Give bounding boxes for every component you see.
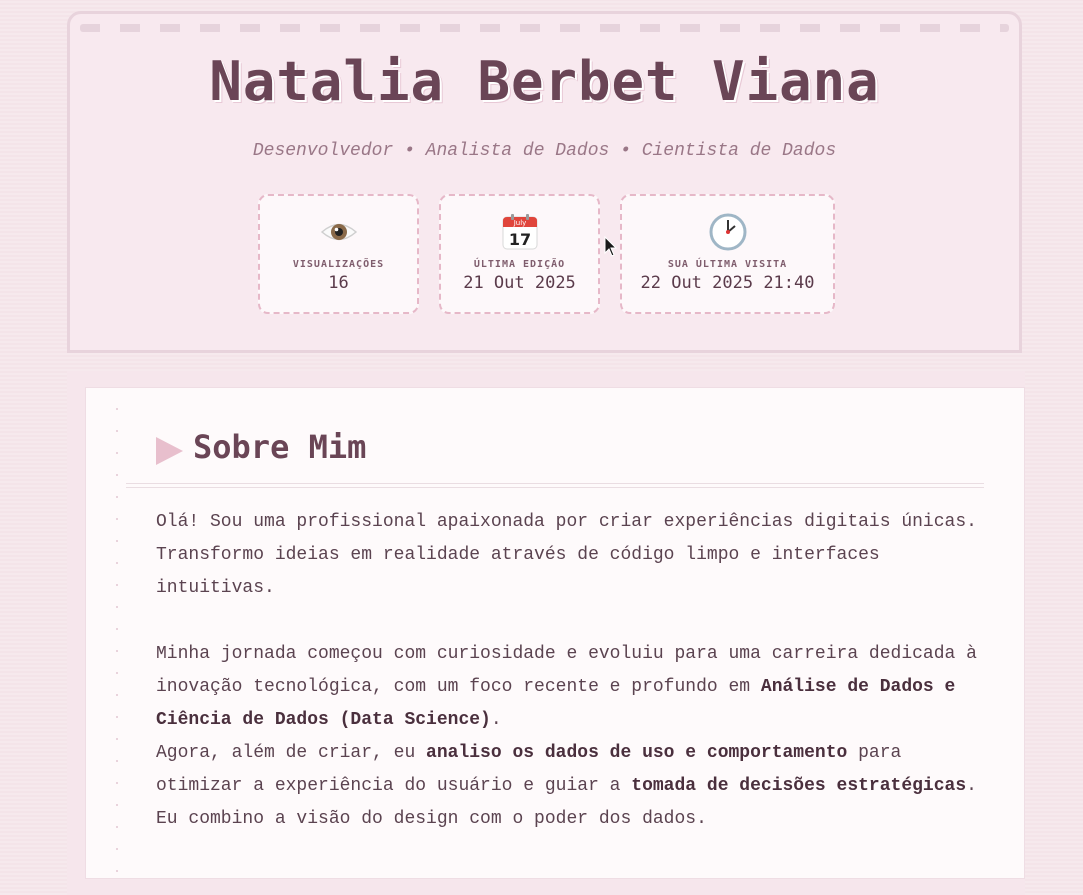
clock-icon — [622, 213, 833, 251]
margin-dots — [116, 408, 118, 878]
highlight-decisions: tomada de decisões estratégicas — [631, 776, 967, 796]
about-paragraph-3: Agora, além de criar, eu analiso os dado… — [156, 743, 977, 829]
stat-views: VISUALIZAÇÕES 16 — [258, 194, 419, 314]
stat-views-value: 16 — [328, 273, 349, 293]
header-card: Natalia Berbet Viana Desenvolvedor • Ana… — [67, 11, 1022, 353]
eye-icon — [260, 213, 417, 251]
stat-last-visit-label: SUA ÚLTIMA VISITA — [667, 259, 788, 270]
stats-row: VISUALIZAÇÕES 16 July 17 ÚLTIMA EDIÇÃO 2… — [70, 194, 1019, 316]
section-header: Sobre Mim — [156, 428, 366, 466]
stat-last-edit-value: 21 Out 2025 — [463, 273, 576, 293]
about-section: Sobre Mim Olá! Sou uma profissional apai… — [85, 387, 1025, 879]
section-title: Sobre Mim — [193, 428, 367, 466]
stat-last-edit: July 17 ÚLTIMA EDIÇÃO 21 Out 2025 — [439, 194, 600, 314]
stat-last-edit-label: ÚLTIMA EDIÇÃO — [473, 259, 566, 270]
calendar-icon: July 17 — [441, 213, 598, 251]
stat-last-visit-value: 22 Out 2025 21:40 — [640, 273, 815, 293]
section-divider — [126, 483, 984, 488]
calendar-day-text: 17 — [508, 230, 530, 249]
mouse-cursor-icon — [604, 236, 618, 257]
stat-last-visit: SUA ÚLTIMA VISITA 22 Out 2025 21:40 — [620, 194, 835, 314]
highlight-analysis: analiso os dados de uso e comportamento — [426, 743, 848, 763]
profile-subtitle: Desenvolvedor • Analista de Dados • Cien… — [252, 141, 837, 161]
about-text: Olá! Sou uma profissional apaixonada por… — [156, 506, 991, 836]
header-dashed-border — [80, 24, 1009, 32]
stat-views-label: VISUALIZAÇÕES — [292, 259, 385, 270]
about-paragraph-2: Minha jornada começou com curiosidade e … — [156, 644, 977, 730]
profile-name: Natalia Berbet Viana — [209, 50, 880, 113]
about-paragraph-1: Olá! Sou uma profissional apaixonada por… — [156, 512, 977, 598]
play-arrow-icon — [156, 437, 183, 465]
calendar-month-text: July — [512, 219, 526, 227]
